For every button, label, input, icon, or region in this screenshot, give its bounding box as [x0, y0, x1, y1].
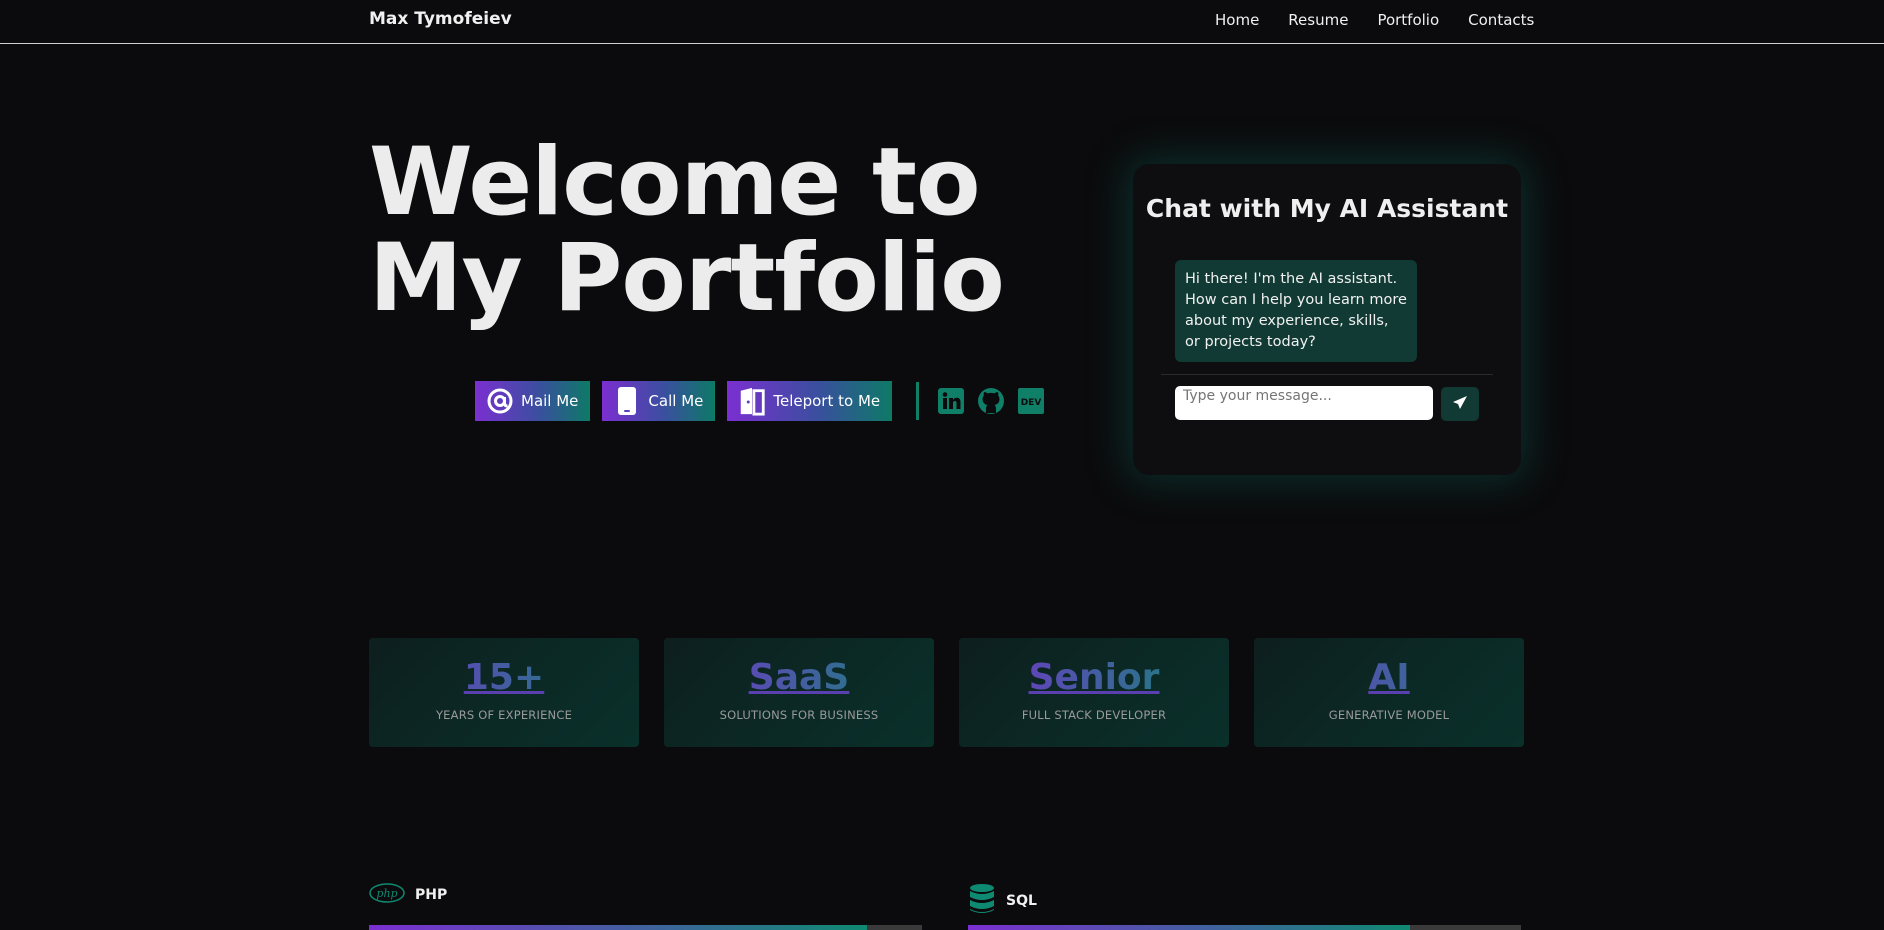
stat-label: FULL STACK DEVELOPER: [1021, 708, 1167, 722]
call-me-button[interactable]: Call Me: [602, 381, 716, 421]
svg-text:DEV: DEV: [1021, 398, 1042, 408]
stat-value: AI: [1254, 658, 1524, 698]
door-icon: [737, 386, 767, 416]
stat-label: GENERATIVE MODEL: [1328, 708, 1450, 722]
top-navbar: Max Tymofeiev Home Resume Portfolio Cont…: [0, 0, 1884, 44]
stat-value: 15+: [369, 658, 639, 698]
stat-value: Senior: [959, 658, 1229, 698]
nav-link-home[interactable]: Home: [1215, 11, 1259, 29]
stat-label: SOLUTIONS FOR BUSINESS: [719, 708, 879, 722]
stat-label: YEARS OF EXPERIENCE: [435, 708, 573, 722]
phone-icon: [612, 386, 642, 416]
stat-card: Senior FULL STACK DEVELOPER: [959, 638, 1229, 747]
nav-link-resume[interactable]: Resume: [1288, 11, 1348, 29]
github-icon[interactable]: [977, 387, 1005, 415]
mail-me-button[interactable]: Mail Me: [475, 381, 591, 421]
teleport-button[interactable]: Teleport to Me: [727, 381, 893, 421]
stat-card: 15+ YEARS OF EXPERIENCE: [369, 638, 639, 747]
nav-links: Home Resume Portfolio Contacts: [1215, 11, 1563, 29]
ai-chat-panel: Chat with My AI Assistant Hi there! I'm …: [1133, 164, 1521, 475]
at-sign-icon: [485, 386, 515, 416]
stats-row: 15+ YEARS OF EXPERIENCE SaaS SOLUTIONS F…: [369, 638, 1524, 747]
mail-me-label: Mail Me: [521, 392, 579, 410]
skill-name: PHP: [415, 887, 448, 903]
chat-divider: [1161, 374, 1493, 375]
paper-plane-icon: [1452, 395, 1468, 414]
stat-card: SaaS SOLUTIONS FOR BUSINESS: [664, 638, 934, 747]
dev-icon[interactable]: DEV: [1017, 387, 1045, 415]
chat-title: Chat with My AI Assistant: [1145, 194, 1509, 223]
chat-message-input[interactable]: [1175, 386, 1433, 420]
cta-row: Mail Me Call Me Teleport to Me DEV: [475, 381, 1045, 421]
nav-link-portfolio[interactable]: Portfolio: [1377, 11, 1439, 29]
svg-text:php: php: [376, 887, 397, 900]
skill-sql: SQL: [968, 883, 1037, 919]
stat-card: AI GENERATIVE MODEL: [1254, 638, 1524, 747]
database-icon: [968, 883, 996, 919]
cta-divider: [916, 382, 920, 420]
linkedin-icon[interactable]: [937, 387, 965, 415]
send-button[interactable]: [1441, 387, 1479, 421]
teleport-label: Teleport to Me: [773, 392, 881, 410]
php-icon: php: [369, 883, 405, 907]
nav-link-contacts[interactable]: Contacts: [1468, 11, 1534, 29]
call-me-label: Call Me: [648, 392, 704, 410]
hero-title: Welcome to My Portfolio: [369, 128, 1005, 333]
social-links: DEV: [937, 387, 1045, 415]
brand-name[interactable]: Max Tymofeiev: [369, 9, 512, 29]
skill-php: php PHP: [369, 883, 447, 907]
stat-value: SaaS: [664, 658, 934, 698]
skill-name: SQL: [1006, 893, 1037, 909]
assistant-message: Hi there! I'm the AI assistant. How can …: [1175, 260, 1417, 362]
